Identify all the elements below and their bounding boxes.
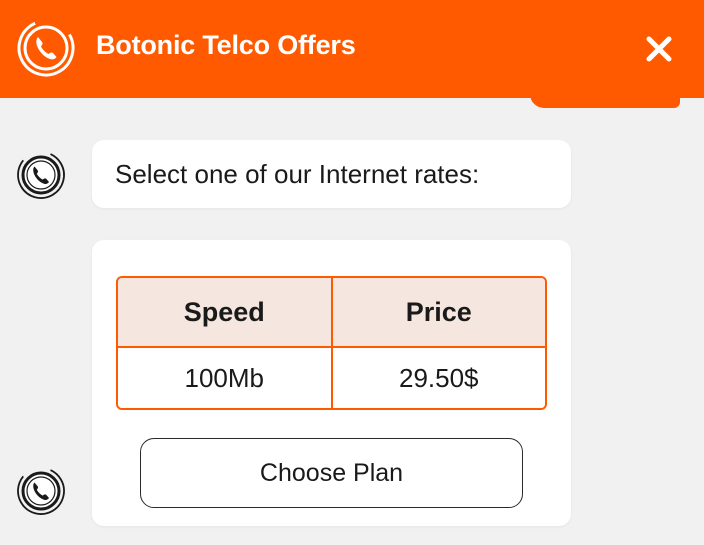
bot-avatar-icon xyxy=(17,151,65,199)
close-icon[interactable] xyxy=(634,24,684,74)
table-row: 100Mb 29.50$ xyxy=(118,347,545,408)
bot-message-text: Select one of our Internet rates: xyxy=(115,159,480,189)
cell-speed: 100Mb xyxy=(118,347,332,408)
column-header-speed: Speed xyxy=(118,278,332,348)
rates-card: Speed Price 100Mb 29.50$ Choose Plan xyxy=(92,240,571,526)
cell-price: 29.50$ xyxy=(330,347,545,408)
column-header-price: Price xyxy=(330,278,545,348)
bot-avatar-icon xyxy=(17,467,65,515)
phone-icon xyxy=(17,19,75,77)
header-tab-decoration xyxy=(530,92,680,108)
table-header-row: Speed Price xyxy=(118,278,545,348)
choose-plan-button[interactable]: Choose Plan xyxy=(140,438,523,508)
header-title: Botonic Telco Offers xyxy=(96,30,356,60)
bot-message-bubble: Select one of our Internet rates: xyxy=(92,140,571,208)
rates-table: Speed Price 100Mb 29.50$ xyxy=(116,276,547,410)
